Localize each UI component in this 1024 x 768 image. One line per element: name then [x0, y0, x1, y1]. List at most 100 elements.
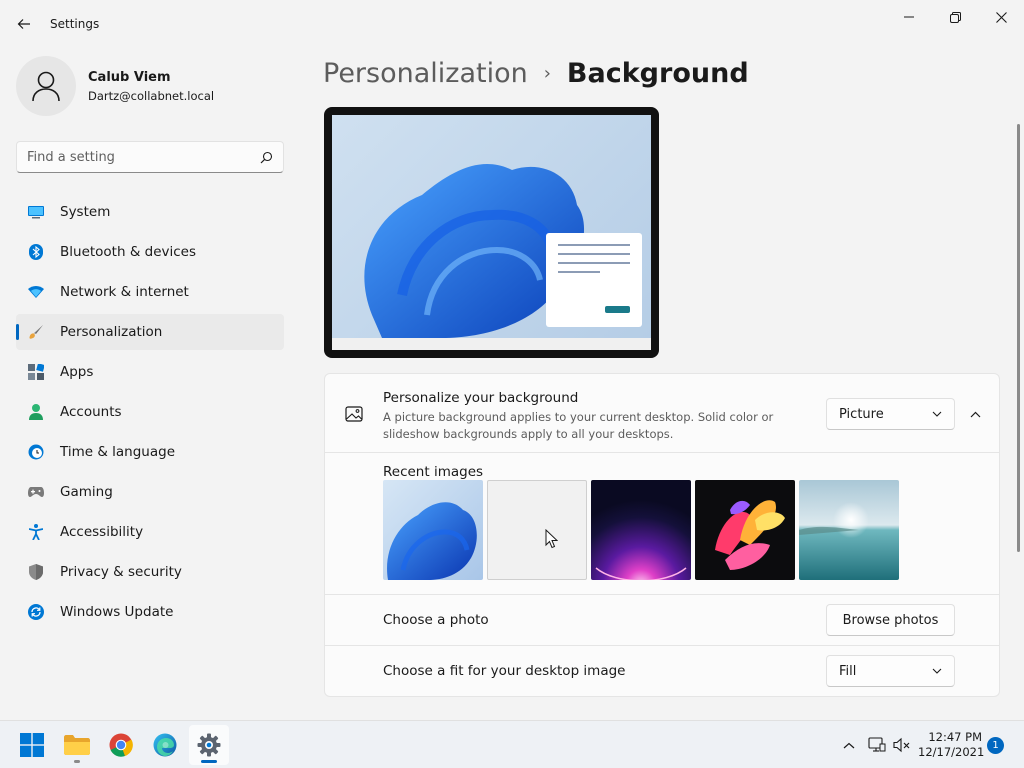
sidebar-item-bluetooth[interactable]: Bluetooth & devices	[16, 234, 284, 270]
accessibility-icon	[28, 524, 44, 540]
back-button[interactable]	[12, 12, 36, 36]
choose-fit-row: Choose a fit for your desktop image Fill	[324, 646, 1000, 697]
sidebar-item-accessibility[interactable]: Accessibility	[16, 514, 284, 550]
search-icon[interactable]	[260, 151, 273, 164]
maximize-button[interactable]	[932, 4, 978, 30]
clock-globe-icon	[28, 444, 44, 460]
app-title: Settings	[50, 17, 100, 31]
breadcrumb-separator: ›	[543, 63, 551, 84]
scrollbar[interactable]	[1017, 124, 1020, 552]
chevron-up-icon	[970, 411, 980, 417]
sidebar-item-label: Accounts	[60, 404, 122, 420]
sidebar-item-label: Accessibility	[60, 524, 144, 540]
sidebar-item-label: Windows Update	[60, 604, 174, 620]
volume-tray[interactable]	[890, 733, 914, 757]
sidebar-nav: System Bluetooth & devices Network & int…	[16, 194, 284, 634]
recent-image-bloom-blue[interactable]	[383, 480, 483, 580]
arrow-left-icon	[17, 19, 30, 29]
recent-image-empty-slot[interactable]	[487, 480, 587, 580]
bluetooth-icon	[28, 244, 44, 260]
sidebar-item-accounts[interactable]: Accounts	[16, 394, 284, 430]
clock-date: 12/17/2021	[918, 745, 985, 759]
taskbar-chrome[interactable]	[101, 725, 141, 765]
search-box[interactable]	[16, 141, 284, 173]
title-bar: Settings	[0, 0, 1024, 48]
background-type-value: Picture	[839, 406, 884, 422]
sidebar-item-windows-update[interactable]: Windows Update	[16, 594, 284, 630]
sidebar-item-apps[interactable]: Apps	[16, 354, 284, 390]
recent-image-lake-sunrise[interactable]	[799, 480, 899, 580]
file-explorer-icon	[64, 735, 90, 755]
recent-images-label: Recent images	[383, 464, 484, 480]
fit-dropdown[interactable]: Fill	[826, 655, 955, 687]
start-button[interactable]	[12, 725, 52, 765]
chevron-down-icon	[932, 411, 942, 417]
apps-icon	[28, 364, 44, 380]
breadcrumb-parent[interactable]: Personalization	[323, 58, 528, 89]
brush-icon	[28, 324, 44, 340]
taskbar-file-explorer[interactable]	[57, 725, 97, 765]
recent-images-section: Recent images	[324, 453, 1000, 595]
search-input[interactable]	[27, 149, 260, 165]
page-title: Background	[566, 58, 749, 89]
personalize-background-description: A picture background applies to your cur…	[383, 410, 774, 441]
browse-photos-button[interactable]: Browse photos	[826, 604, 955, 636]
minimize-button[interactable]	[886, 4, 932, 30]
minimize-icon	[904, 16, 914, 18]
collapse-button[interactable]	[964, 403, 986, 425]
preview-taskbar	[332, 338, 651, 350]
taskbar-edge[interactable]	[145, 725, 185, 765]
taskbar-clock[interactable]: 12:47 PM 12/17/2021	[918, 730, 985, 760]
sidebar-item-system[interactable]: System	[16, 194, 284, 230]
sidebar-item-label: Network & internet	[60, 284, 189, 300]
user-profile[interactable]: Calub Viem Dartz@collabnet.local	[16, 56, 214, 116]
breadcrumb: Personalization › Background	[323, 58, 749, 89]
sidebar-item-network[interactable]: Network & internet	[16, 274, 284, 310]
edge-icon	[153, 733, 177, 757]
update-icon	[28, 604, 44, 620]
choose-photo-label: Choose a photo	[383, 612, 489, 628]
profile-email: Dartz@collabnet.local	[88, 88, 215, 103]
chevron-down-icon	[932, 668, 942, 674]
volume-muted-icon	[893, 737, 910, 753]
sidebar-item-label: Privacy & security	[60, 564, 182, 580]
sidebar-item-time-language[interactable]: Time & language	[16, 434, 284, 470]
network-tray[interactable]	[865, 733, 889, 757]
fit-value: Fill	[839, 663, 857, 679]
chevron-up-icon	[843, 742, 855, 748]
personalize-background-title: Personalize your background	[383, 390, 579, 406]
chrome-icon	[109, 733, 133, 757]
sidebar-item-label: System	[60, 204, 111, 220]
personalize-background-row[interactable]: Personalize your background A picture ba…	[324, 373, 1000, 453]
close-icon	[995, 11, 1007, 23]
preview-wallpaper	[332, 115, 651, 338]
sidebar-item-privacy-security[interactable]: Privacy & security	[16, 554, 284, 590]
close-button[interactable]	[978, 4, 1024, 30]
sidebar-item-label: Bluetooth & devices	[60, 244, 197, 260]
sidebar-item-personalization[interactable]: Personalization	[16, 314, 284, 350]
show-hidden-icons-button[interactable]	[837, 733, 861, 757]
recent-image-ribbon-colorful[interactable]	[695, 480, 795, 580]
taskbar-settings[interactable]	[189, 725, 229, 765]
recent-image-glow-purple[interactable]	[591, 480, 691, 580]
sidebar-item-label: Gaming	[60, 484, 113, 500]
maximize-icon	[949, 11, 961, 23]
sidebar-item-gaming[interactable]: Gaming	[16, 474, 284, 510]
monitor-icon	[28, 204, 44, 220]
mouse-cursor-icon	[545, 529, 558, 549]
network-icon	[868, 737, 886, 752]
picture-icon	[345, 406, 363, 422]
choose-photo-row: Choose a photo Browse photos	[324, 595, 1000, 646]
notification-badge[interactable]: 1	[987, 737, 1004, 754]
profile-name: Calub Viem	[88, 69, 171, 85]
wifi-icon	[28, 284, 44, 300]
taskbar: 12:47 PM 12/17/2021 1	[0, 720, 1024, 768]
account-icon	[28, 404, 44, 420]
person-icon	[32, 71, 60, 102]
desktop-preview	[324, 107, 659, 358]
shield-icon	[28, 564, 44, 580]
settings-gear-icon	[197, 733, 221, 757]
avatar	[16, 56, 76, 116]
gamepad-icon	[28, 484, 44, 500]
background-type-dropdown[interactable]: Picture	[826, 398, 955, 430]
